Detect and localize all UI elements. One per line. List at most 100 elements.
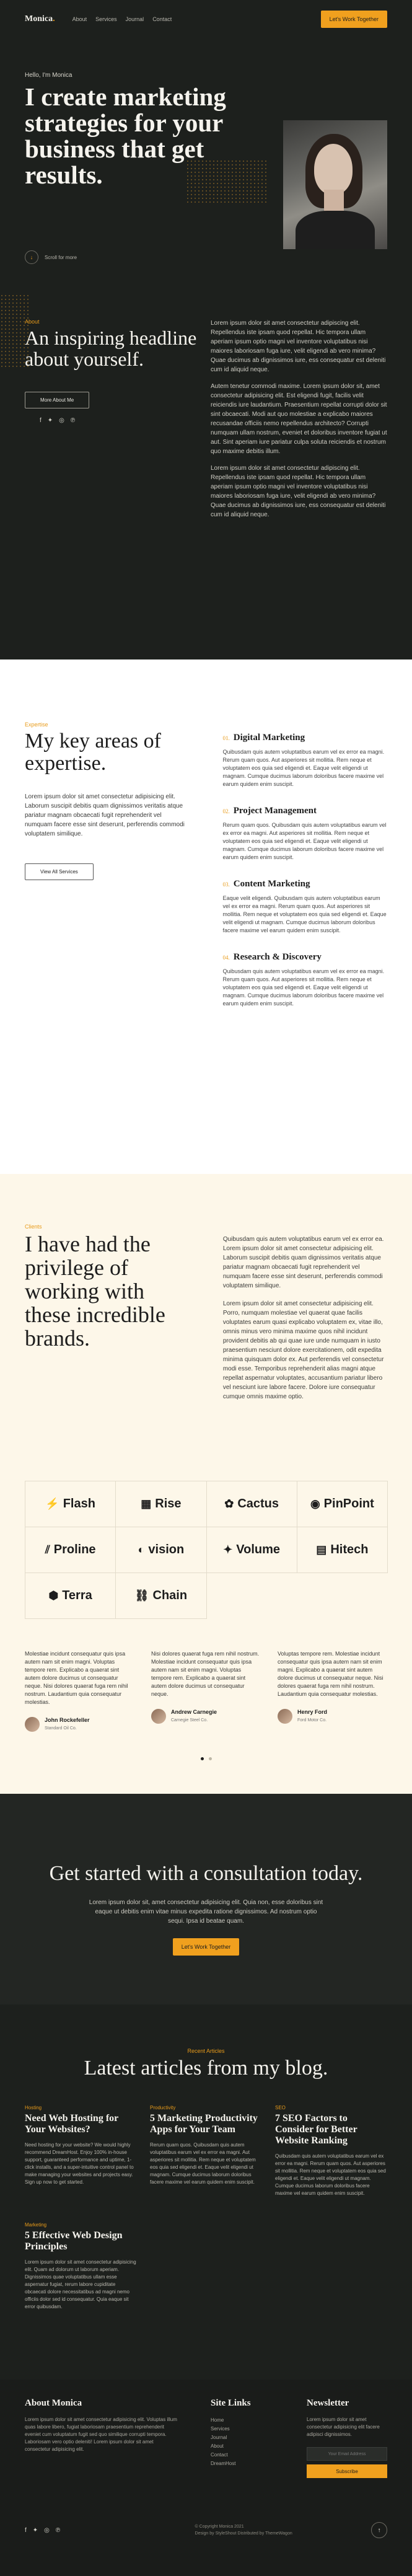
newsletter-email-input[interactable] xyxy=(307,2447,387,2461)
about-paragraph: Lorem ipsum dolor sit amet consectetur a… xyxy=(211,465,386,518)
skill-description: Quibusdam quis autem voluptatibus earum … xyxy=(222,749,385,787)
site-logo[interactable]: Monica. xyxy=(25,14,55,24)
instagram-icon[interactable]: ◎ xyxy=(59,417,64,424)
article-title[interactable]: Need Web Hosting for Your Websites? xyxy=(25,2113,136,2135)
skill-item: 02. Project Management Rerum quam quos. Q… xyxy=(222,806,387,860)
testimonial-name: Andrew Carnegie xyxy=(171,1709,217,1715)
nav-link-services[interactable]: Services xyxy=(95,16,117,22)
articles-eyebrow: Recent Articles xyxy=(187,2048,225,2054)
article-category[interactable]: Productivity xyxy=(150,2105,261,2111)
client-logo[interactable]: ✦ Volume xyxy=(206,1527,297,1573)
decorative-dot-grid xyxy=(0,294,31,368)
avatar xyxy=(278,1709,292,1724)
cta-button[interactable]: Let's Work Together xyxy=(172,1938,240,1956)
skill-description: Eaque velit eligendi. Quibusdam quis aut… xyxy=(222,895,387,933)
rise-logo-icon: ▦ xyxy=(141,1498,152,1510)
nav-link-contact[interactable]: Contact xyxy=(152,16,172,22)
pagination-dot[interactable] xyxy=(208,1757,212,1760)
facebook-icon[interactable]: f xyxy=(25,2527,27,2534)
avatar xyxy=(151,1709,166,1724)
twitter-icon[interactable]: ✦ xyxy=(48,417,53,424)
testimonial-role: Standard Oil Co. xyxy=(45,1726,77,1731)
footer-link-journal[interactable]: Journal xyxy=(211,2433,307,2442)
back-to-top-button[interactable]: ↑ xyxy=(370,2522,387,2538)
about-paragraph: Autem tenetur commodi maxime. Lorem ipsu… xyxy=(211,383,387,455)
article-card[interactable]: Productivity 5 Marketing Productivity Ap… xyxy=(150,2105,261,2197)
hero-greeting: Hello, I'm Monica xyxy=(25,72,72,79)
footer-link-contact[interactable]: Contact xyxy=(211,2451,307,2459)
article-card[interactable]: Hosting Need Web Hosting for Your Websit… xyxy=(25,2105,136,2197)
avatar xyxy=(25,1717,40,1732)
vision-logo-icon: ◐ xyxy=(138,1543,145,1556)
cta-headline: Get started with a consultation today. xyxy=(49,1862,363,1885)
expertise-eyebrow: Expertise xyxy=(25,721,48,728)
skill-title: Digital Marketing xyxy=(233,733,305,743)
cta-text: Lorem ipsum dolor sit, amet consectetur … xyxy=(89,1899,323,1925)
testimonial-card: Molestiae incidunt consequatur quis ipsa… xyxy=(25,1650,134,1732)
footer-link-about[interactable]: About xyxy=(211,2442,307,2451)
testimonial-card: Nisi dolores quaerat fuga rem nihil nost… xyxy=(151,1650,260,1732)
client-logo[interactable]: ▦ Rise xyxy=(116,1481,207,1527)
articles-section: Recent Articles Latest articles from my … xyxy=(0,2005,412,2380)
article-title[interactable]: 5 Marketing Productivity Apps for Your T… xyxy=(150,2113,261,2135)
copyright: © Copyright Monica 2021 Design by StyleS… xyxy=(195,2525,292,2536)
footer-about-title: About Monica xyxy=(25,2398,82,2408)
view-all-services-button[interactable]: View All Services xyxy=(25,863,94,880)
nav-link-about[interactable]: About xyxy=(72,16,87,22)
cactus-logo-icon: ✿ xyxy=(224,1498,234,1510)
subscribe-button[interactable]: Subscribe xyxy=(307,2464,387,2478)
article-card[interactable]: Marketing 5 Effective Web Design Princip… xyxy=(25,2222,136,2311)
article-card[interactable]: SEO 7 SEO Factors to Consider for Better… xyxy=(275,2105,387,2197)
twitter-icon[interactable]: ✦ xyxy=(33,2527,38,2534)
client-logo[interactable]: ◐ vision xyxy=(116,1527,207,1573)
testimonial-quote: Voluptas tempore rem. Molestiae incidunt… xyxy=(278,1651,384,1697)
pinterest-icon[interactable]: ℗ xyxy=(56,2527,60,2534)
article-excerpt: Quibusdam quis autem voluptatibus earum … xyxy=(275,2153,386,2196)
header-cta-button[interactable]: Let's Work Together xyxy=(320,11,387,28)
client-logo[interactable]: ✿ Cactus xyxy=(206,1481,297,1527)
article-category[interactable]: Hosting xyxy=(25,2105,136,2111)
testimonials-slider: Molestiae incidunt consequatur quis ipsa… xyxy=(25,1650,387,1732)
pinterest-icon[interactable]: ℗ xyxy=(71,417,75,424)
client-logo[interactable]: ⫽ Proline xyxy=(25,1527,116,1573)
site-footer: About Monica Lorem ipsum dolor sit amet … xyxy=(0,2380,412,2576)
more-about-me-button[interactable]: More About Me xyxy=(25,392,90,408)
article-category[interactable]: SEO xyxy=(275,2105,387,2111)
client-logo[interactable]: ⚡ Flash xyxy=(25,1481,116,1527)
clients-section: Clients I have had the privilege of work… xyxy=(0,1174,412,1794)
footer-about-text: Lorem ipsum dolor sit amet consectetur a… xyxy=(25,2417,177,2452)
facebook-icon[interactable]: f xyxy=(40,417,42,424)
nav-link-journal[interactable]: Journal xyxy=(126,16,144,22)
footer-social-links: f ✦ ◎ ℗ xyxy=(25,2527,60,2534)
client-logo[interactable]: ▤ Hitech xyxy=(297,1527,388,1573)
skill-item: 04. Research & Discovery Quibusdam quis a… xyxy=(222,952,387,1008)
clients-headline: I have had the privilege of working with… xyxy=(25,1232,165,1351)
site-header: Monica. About Services Journal Contact L… xyxy=(0,0,412,38)
client-logo[interactable]: ⬢ Terra xyxy=(25,1573,116,1619)
footer-link-services[interactable]: Services xyxy=(211,2425,307,2433)
clients-paragraph: Lorem ipsum dolor sit amet consectetur a… xyxy=(222,1300,384,1400)
hitech-logo-icon: ▤ xyxy=(316,1543,327,1556)
proline-logo-icon: ⫽ xyxy=(45,1543,50,1556)
about-section: About An inspiring headline about yourse… xyxy=(0,250,412,659)
article-category[interactable]: Marketing xyxy=(25,2222,136,2228)
main-nav: About Services Journal Contact xyxy=(72,16,172,22)
article-title[interactable]: 5 Effective Web Design Principles xyxy=(25,2230,136,2252)
footer-credits: Design by StyleShout Distributed by Them… xyxy=(195,2531,292,2536)
slider-pagination xyxy=(25,1757,387,1760)
arrow-up-icon: ↑ xyxy=(377,2526,381,2534)
footer-link-home[interactable]: Home xyxy=(211,2416,307,2425)
instagram-icon[interactable]: ◎ xyxy=(44,2527,50,2534)
client-logo[interactable]: ◉ PinPoint xyxy=(297,1481,388,1527)
skill-description: Rerum quam quos. Quibusdam quis autem vo… xyxy=(222,822,387,860)
skill-description: Quibusdam quis autem voluptatibus earum … xyxy=(222,968,385,1007)
social-links: f ✦ ◎ ℗ xyxy=(40,417,211,424)
pagination-dot[interactable] xyxy=(200,1757,204,1760)
flash-logo-icon: ⚡ xyxy=(45,1498,59,1510)
article-title[interactable]: 7 SEO Factors to Consider for Better Web… xyxy=(275,2113,387,2146)
client-logo-grid: ⚡ Flash ▦ Rise ✿ Cactus ◉ PinPoint ⫽ Proline … xyxy=(25,1481,388,1619)
client-logo[interactable]: ⛓ Chain xyxy=(116,1573,207,1619)
footer-link-dreamhost[interactable]: DreamHost xyxy=(211,2459,307,2468)
testimonial-card: Voluptas tempore rem. Molestiae incidunt… xyxy=(278,1650,387,1732)
expertise-section: Expertise My key areas of expertise. Lor… xyxy=(0,659,412,1174)
